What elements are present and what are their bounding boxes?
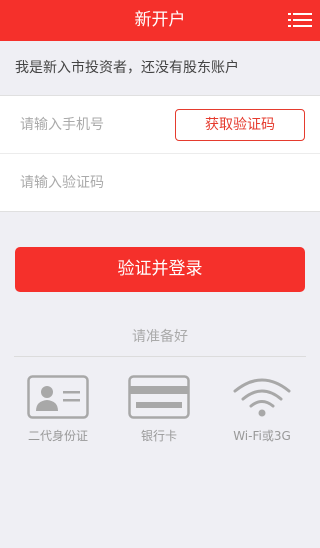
code-input[interactable]: 请输入验证码	[20, 154, 104, 212]
prepare-item-bank-card: 银行卡	[119, 375, 199, 450]
prepare-title: 请准备好	[132, 329, 188, 345]
prepare-item-label: 银行卡	[140, 429, 177, 443]
code-row: 请输入验证码	[0, 154, 320, 212]
menu-icon[interactable]	[288, 10, 312, 30]
prepare-item-label: 二代身份证	[27, 429, 88, 443]
divider	[14, 356, 306, 357]
phone-input[interactable]: 请输入手机号	[20, 96, 104, 154]
bank-card-icon	[128, 375, 190, 419]
page-title: 新开户	[134, 10, 186, 30]
phone-row: 请输入手机号 获取验证码	[0, 96, 320, 154]
login-form: 请输入手机号 获取验证码 请输入验证码	[0, 96, 320, 212]
prepare-item-id-card: 二代身份证	[18, 375, 98, 450]
verify-login-button[interactable]: 验证并登录	[15, 247, 305, 292]
get-code-button[interactable]: 获取验证码	[175, 109, 305, 141]
prepare-item-wifi: Wi-Fi或3G	[222, 375, 302, 450]
notice-bar: 我是新入市投资者，还没有股东账户	[0, 41, 320, 96]
notice-text: 我是新入市投资者，还没有股东账户	[15, 60, 239, 76]
prepare-item-label: Wi-Fi或3G	[233, 429, 291, 443]
wifi-icon	[233, 378, 291, 417]
id-card-icon	[27, 375, 89, 419]
header-bar: 新开户	[0, 0, 320, 41]
